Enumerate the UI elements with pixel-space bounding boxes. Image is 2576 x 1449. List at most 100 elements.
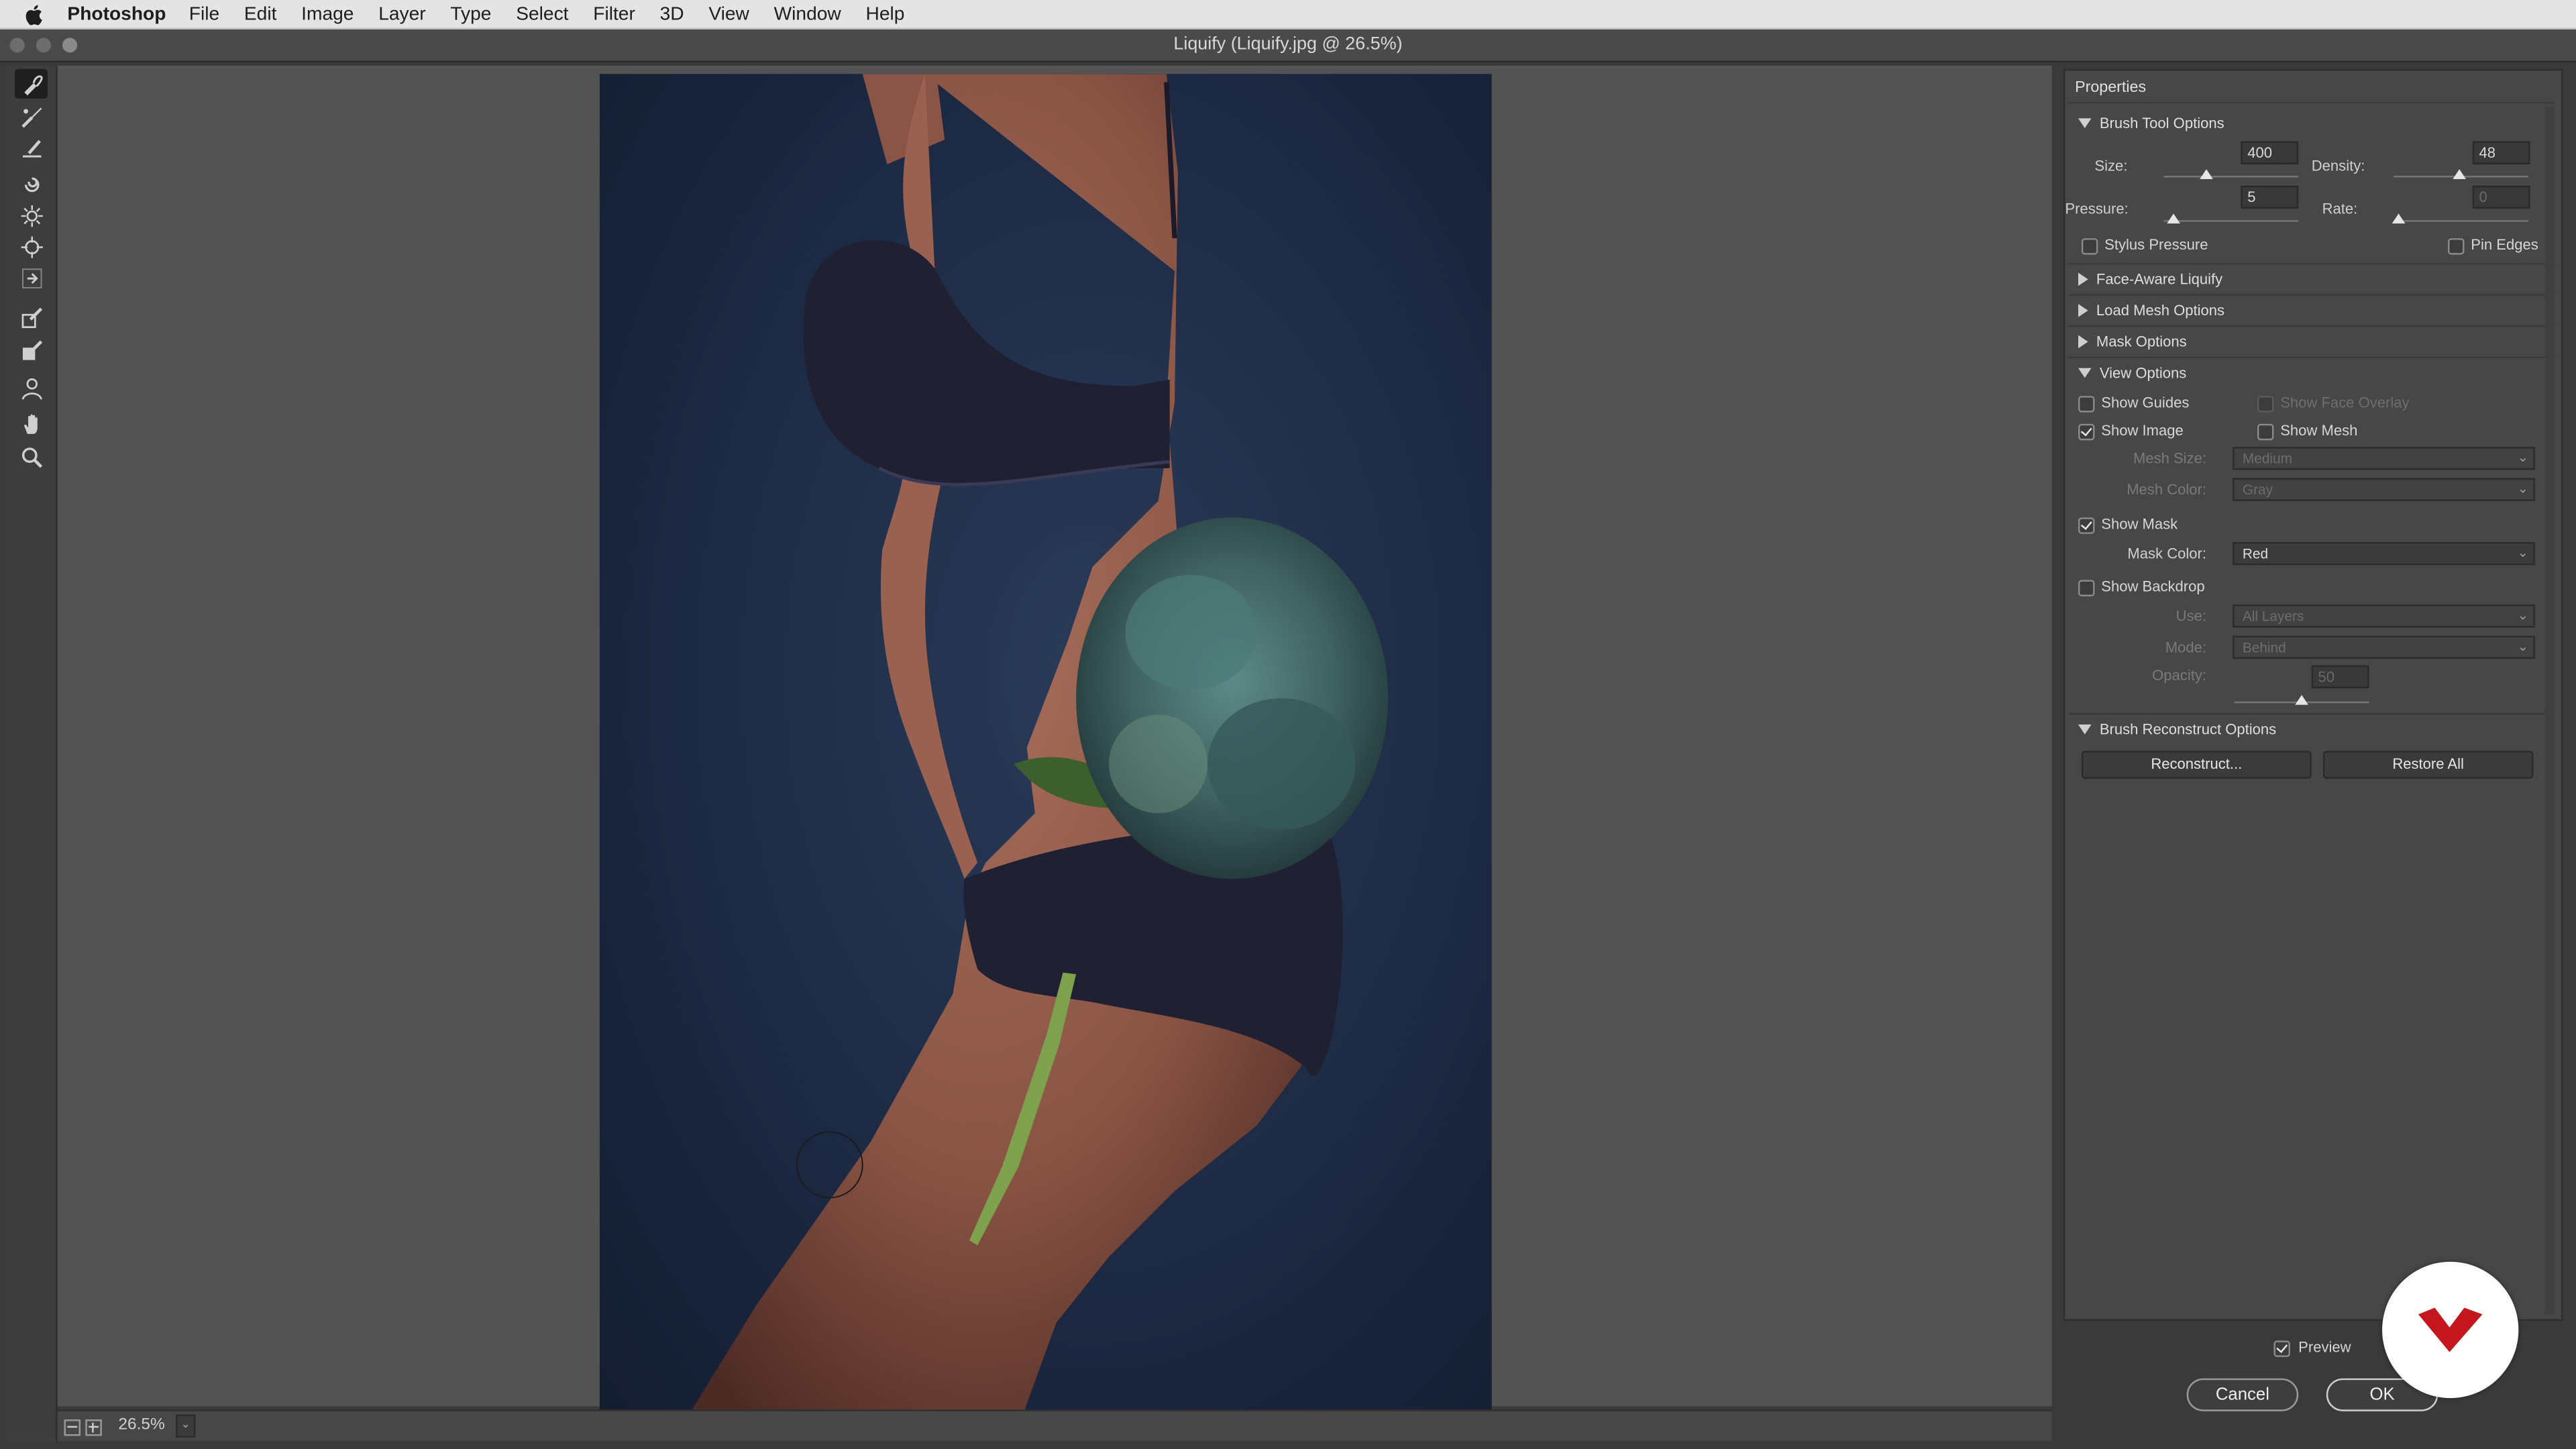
mesh-color-select[interactable]: Gray ⌄ — [2233, 478, 2535, 501]
stylus-pressure-checkbox[interactable] — [2081, 238, 2098, 255]
menu-app-name[interactable]: Photoshop — [67, 4, 166, 23]
face-tool-icon — [21, 377, 42, 399]
disclosure-open-icon — [2078, 118, 2092, 129]
menu-window[interactable]: Window — [774, 4, 841, 23]
zoom-in-button[interactable] — [85, 1419, 102, 1436]
pin-edges-label: Pin Edges — [2471, 236, 2538, 254]
density-slider-thumb[interactable] — [2453, 169, 2466, 179]
forward-warp-tool[interactable] — [15, 68, 48, 99]
show-mask-checkbox[interactable] — [2078, 517, 2095, 534]
disclosure-closed-icon — [2078, 304, 2088, 317]
chevron-down-icon: ⌄ — [2517, 545, 2529, 561]
reconstruct-button[interactable]: Reconstruct... — [2081, 751, 2312, 779]
logo-mark-icon — [2418, 1307, 2483, 1352]
apple-icon[interactable] — [21, 1, 48, 27]
mesh-size-select[interactable]: Medium ⌄ — [2233, 447, 2535, 470]
use-select[interactable]: All Layers ⌄ — [2233, 604, 2535, 628]
window-titlebar: Liquify (Liquify.jpg @ 26.5%) — [0, 30, 2576, 63]
menu-select[interactable]: Select — [516, 4, 568, 23]
use-label: Use: — [2176, 608, 2207, 625]
pin-edges-checkbox[interactable] — [2448, 238, 2465, 255]
reconstruct-tool[interactable] — [15, 102, 48, 131]
preview-photo[interactable] — [599, 74, 1492, 1413]
zoom-out-button[interactable] — [64, 1419, 81, 1436]
rate-input[interactable]: 0 — [2472, 185, 2530, 209]
cancel-button[interactable]: Cancel — [2186, 1378, 2299, 1411]
size-input[interactable]: 400 — [2241, 141, 2299, 164]
restore-all-button[interactable]: Restore All — [2322, 751, 2534, 779]
pucker-icon — [20, 204, 42, 226]
opacity-slider-thumb[interactable] — [2295, 694, 2308, 705]
properties-panel: Properties Brush Tool Options Size: 400 … — [2063, 68, 2563, 1321]
window-title: Liquify (Liquify.jpg @ 26.5%) — [1173, 34, 1403, 54]
hand-tool[interactable] — [15, 409, 48, 439]
preview-checkbox[interactable] — [2273, 1340, 2290, 1357]
zoom-icon — [21, 447, 42, 468]
thaw-mask-tool[interactable] — [15, 335, 48, 365]
menu-view[interactable]: View — [708, 4, 749, 23]
pressure-slider-track[interactable] — [2163, 220, 2299, 222]
panel-title: Properties — [2075, 78, 2147, 97]
size-slider-track[interactable] — [2163, 176, 2299, 178]
mask-options-header[interactable]: Mask Options — [2078, 333, 2187, 350]
smooth-tool[interactable] — [15, 133, 48, 162]
chevron-down-icon: ⌄ — [2517, 450, 2529, 466]
disclosure-closed-icon — [2078, 335, 2088, 349]
brush-tool-options-header[interactable]: Brush Tool Options — [2078, 115, 2224, 131]
menu-file[interactable]: File — [189, 4, 219, 23]
hand-icon — [23, 413, 37, 433]
view-options-header[interactable]: View Options — [2078, 365, 2186, 381]
menu-bar: Photoshop File Edit Image Layer Type Sel… — [0, 0, 2576, 30]
density-input[interactable]: 48 — [2472, 141, 2530, 164]
show-guides-checkbox[interactable] — [2078, 396, 2095, 413]
preview-canvas[interactable] — [57, 65, 2052, 1413]
pressure-slider-thumb[interactable] — [2167, 213, 2180, 224]
brand-logo — [2382, 1261, 2519, 1399]
section-label: Mask Options — [2096, 333, 2187, 350]
brush-reconstruct-options-header[interactable]: Brush Reconstruct Options — [2078, 721, 2276, 738]
freeze-mask-tool[interactable] — [15, 303, 48, 332]
disclosure-open-icon — [2078, 724, 2092, 735]
show-mesh-checkbox[interactable] — [2257, 423, 2274, 441]
pucker-tool[interactable] — [15, 201, 48, 230]
size-slider-thumb[interactable] — [2200, 169, 2213, 179]
section-label: View Options — [2099, 364, 2187, 382]
zoom-level[interactable]: 26.5% — [118, 1416, 164, 1434]
show-face-overlay-checkbox[interactable] — [2257, 396, 2274, 413]
disclosure-closed-icon — [2078, 272, 2088, 286]
menu-filter[interactable]: Filter — [593, 4, 635, 23]
mask-color-label: Mask Color: — [2127, 545, 2207, 562]
twirl-tool[interactable] — [15, 169, 48, 199]
panel-scrollbar[interactable] — [2544, 107, 2555, 1315]
menu-type[interactable]: Type — [450, 4, 491, 23]
menu-image[interactable]: Image — [301, 4, 354, 23]
push-left-icon — [21, 268, 42, 288]
menu-help[interactable]: Help — [866, 4, 905, 23]
bloat-tool[interactable] — [15, 231, 48, 261]
mask-color-value: Red — [2242, 545, 2269, 562]
preview-label: Preview — [2298, 1338, 2351, 1356]
pressure-input[interactable]: 5 — [2241, 185, 2299, 209]
menu-layer[interactable]: Layer — [378, 4, 425, 23]
reconstruct-icon — [21, 107, 42, 127]
menu-edit[interactable]: Edit — [244, 4, 277, 23]
show-image-checkbox[interactable] — [2078, 423, 2095, 441]
menu-3d[interactable]: 3D — [660, 4, 684, 23]
mesh-size-value: Medium — [2242, 450, 2292, 467]
rate-slider-track[interactable] — [2394, 220, 2529, 222]
disclosure-open-icon — [2078, 368, 2092, 378]
mode-label: Mode: — [2165, 639, 2207, 656]
show-backdrop-checkbox[interactable] — [2078, 580, 2095, 596]
mode-select[interactable]: Behind ⌄ — [2233, 635, 2535, 659]
face-aware-liquify-header[interactable]: Face-Aware Liquify — [2078, 271, 2222, 288]
zoom-dropdown-chevron-icon[interactable]: ⌄ — [176, 1414, 196, 1438]
zoom-tool[interactable] — [15, 442, 48, 472]
opacity-input[interactable]: 50 — [2311, 665, 2369, 689]
mask-color-select[interactable]: Red ⌄ — [2233, 542, 2535, 566]
load-mesh-options-header[interactable]: Load Mesh Options — [2078, 303, 2224, 319]
face-tool[interactable] — [15, 373, 48, 402]
rate-slider-thumb[interactable] — [2392, 213, 2406, 224]
show-guides-label: Show Guides — [2101, 394, 2190, 411]
smooth-icon — [21, 139, 41, 157]
push-left-tool[interactable] — [15, 263, 48, 292]
